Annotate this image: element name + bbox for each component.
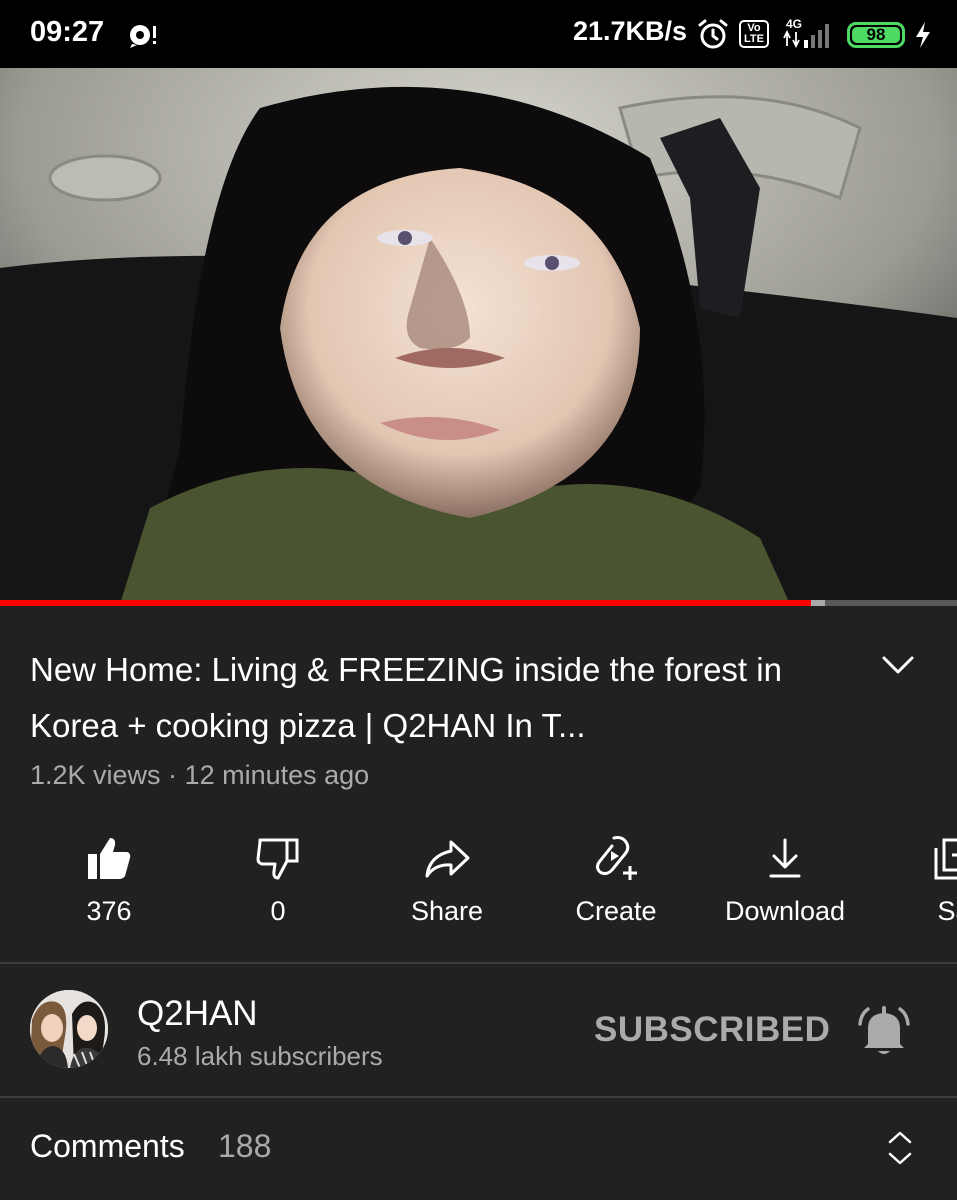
channel-avatar[interactable] <box>30 990 108 1068</box>
notification-icon <box>130 25 156 48</box>
thumbs-down-icon <box>256 838 299 880</box>
download-icon <box>769 838 801 878</box>
progress-played <box>0 600 811 606</box>
battery-level: 98 <box>866 25 886 44</box>
comments-label[interactable]: Comments <box>30 1128 185 1165</box>
divider <box>0 1096 957 1098</box>
video-frame <box>0 68 957 604</box>
subscribed-button[interactable]: SUBSCRIBED <box>594 1010 830 1050</box>
progress-buffer <box>810 600 825 606</box>
chevron-down-icon[interactable] <box>878 648 918 684</box>
dislike-button[interactable]: 0 <box>193 826 363 956</box>
video-progress-bar[interactable] <box>0 600 957 606</box>
like-button[interactable]: 376 <box>24 826 194 956</box>
expand-collapse-icon[interactable] <box>882 1128 918 1168</box>
video-player[interactable] <box>0 68 957 604</box>
thumbs-up-icon <box>88 838 131 879</box>
network-speed: 21.7KB/s <box>573 16 688 46</box>
save-icon <box>934 838 957 880</box>
save-button[interactable]: Sa <box>869 826 957 956</box>
bell-icon[interactable] <box>856 1004 912 1058</box>
download-button[interactable]: Download <box>700 826 870 956</box>
charging-icon <box>916 22 930 48</box>
status-time: 09:27 <box>30 16 105 48</box>
battery-icon: 98 <box>847 22 905 48</box>
svg-text:4G: 4G <box>786 17 802 31</box>
action-bar: 376 0 Share Create Download S <box>0 826 957 956</box>
video-title[interactable]: New Home: Living & FREEZING inside the f… <box>30 642 850 754</box>
divider <box>0 962 957 964</box>
channel-name[interactable]: Q2HAN <box>137 994 258 1034</box>
status-bar: 09:27 21.7KB/s Vo LTE 4G 98 <box>0 0 957 68</box>
video-meta: 1.2K views · 12 minutes ago <box>30 760 370 790</box>
create-button[interactable]: Create <box>531 826 701 956</box>
create-icon <box>596 836 637 880</box>
volte-icon: Vo LTE <box>739 20 769 48</box>
share-icon <box>425 840 470 878</box>
signal-icon: 4G <box>783 17 829 49</box>
subscriber-count: 6.48 lakh subscribers <box>137 1041 383 1071</box>
alarm-icon <box>698 19 728 49</box>
save-label: Sa <box>937 896 957 926</box>
share-button[interactable]: Share <box>362 826 532 956</box>
comments-count: 188 <box>218 1128 272 1164</box>
